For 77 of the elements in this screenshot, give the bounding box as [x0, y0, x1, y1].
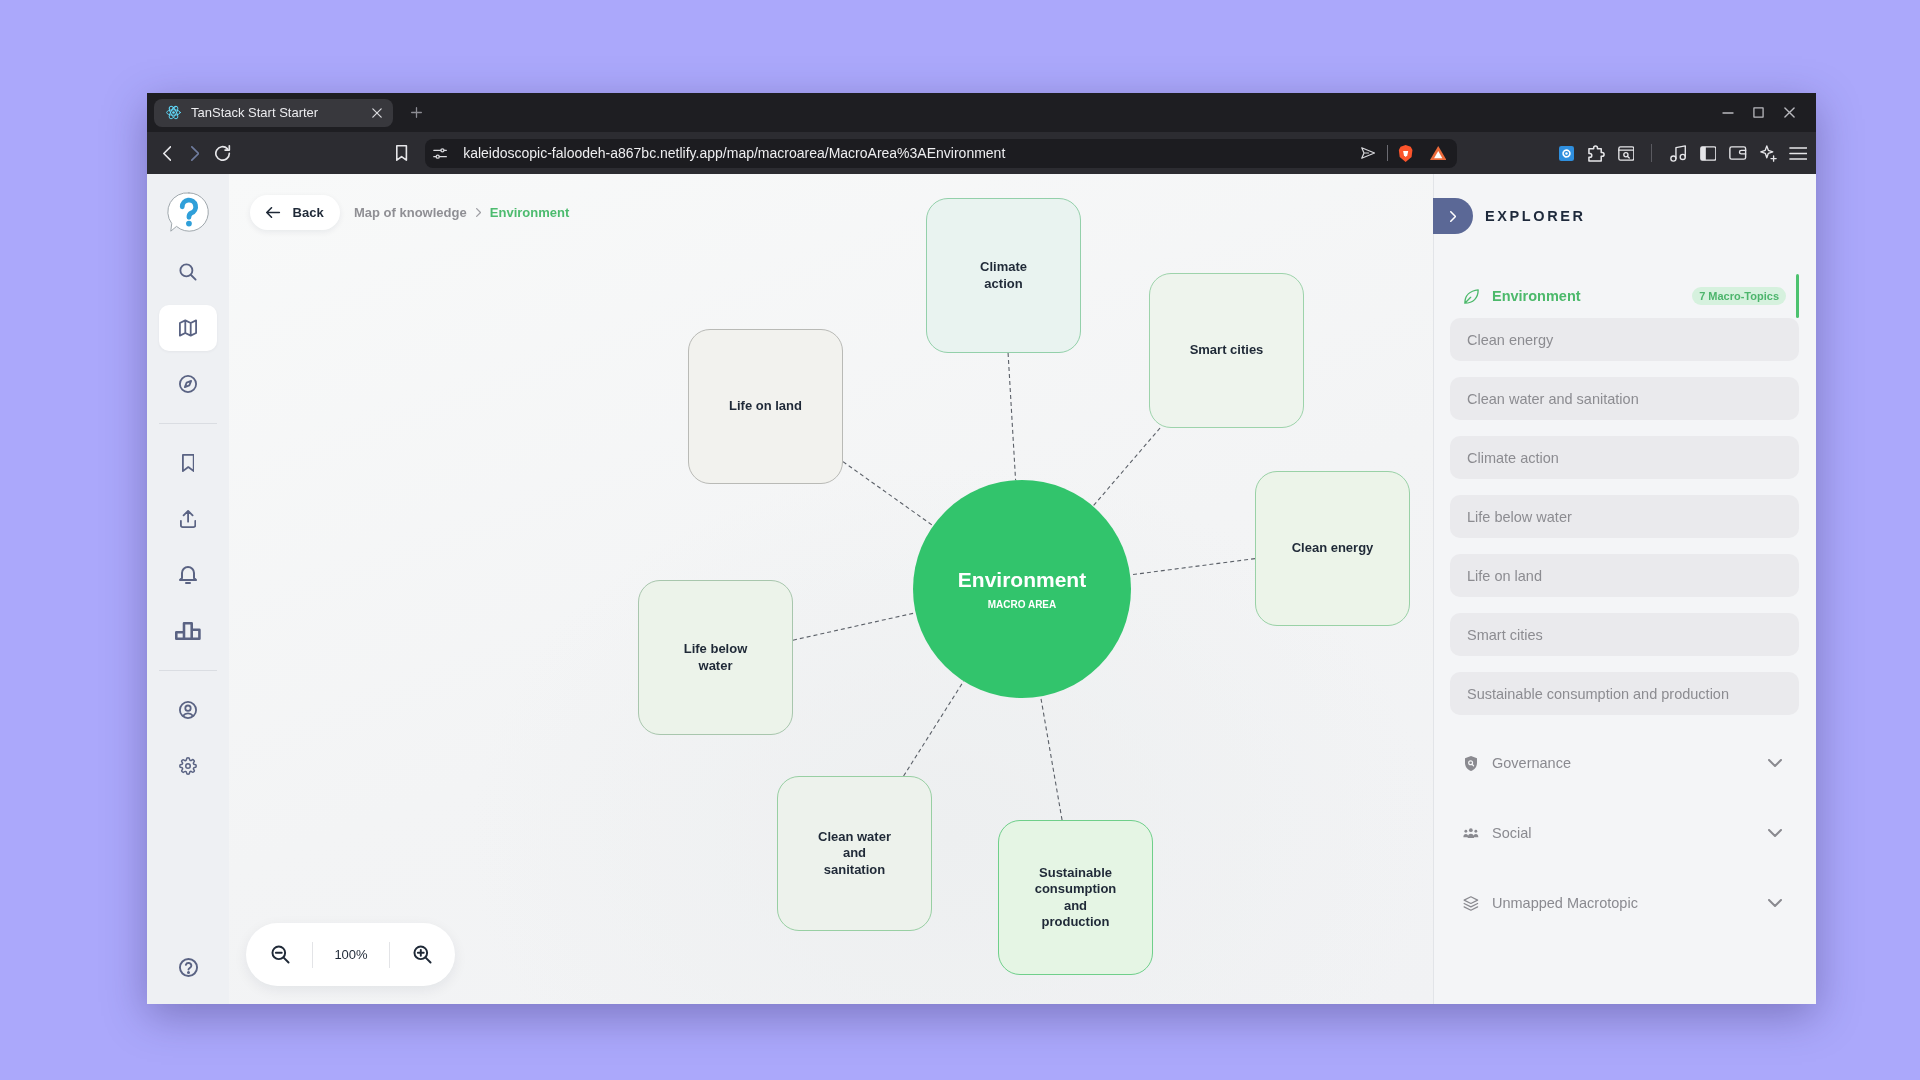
help-icon [178, 957, 198, 977]
topic-item[interactable]: Climate action [1450, 436, 1799, 479]
topic-item[interactable]: Sustainable consumption and production [1450, 672, 1799, 715]
question-bubble-icon [166, 191, 210, 235]
topic-node[interactable]: Life below water [638, 580, 793, 735]
chevron-down-icon [1768, 899, 1782, 907]
sliders-icon [433, 147, 448, 159]
sparkle-icon[interactable] [1759, 144, 1777, 162]
podium-icon [175, 622, 201, 640]
triangle-icon[interactable] [1429, 146, 1446, 160]
url-text: kaleidoscopic-faloodeh-a867bc.netlify.app/map/macroarea/MacroArea%3AEnvironment [463, 145, 1007, 161]
topic-node[interactable]: Clean energy [1255, 471, 1410, 626]
map-icon [179, 319, 197, 337]
music-note-icon[interactable] [1669, 144, 1687, 162]
people-icon [1463, 828, 1479, 838]
topic-node[interactable]: Climate action [926, 198, 1081, 353]
chevron-down-icon [1768, 759, 1782, 767]
macro-area-title: Environment [957, 568, 1087, 592]
tab-title: TanStack Start Starter [191, 105, 320, 120]
zoom-in-icon [412, 945, 432, 964]
compass-icon [179, 375, 197, 393]
reload-icon[interactable] [215, 145, 231, 161]
maximize-icon[interactable] [1753, 107, 1764, 118]
sidebar-icon[interactable] [1699, 145, 1717, 161]
menu-icon[interactable] [1788, 146, 1808, 160]
topic-node[interactable]: Sustainable consumption and production [998, 820, 1153, 975]
section-header[interactable]: Environment [1450, 274, 1693, 318]
lion-shield-icon[interactable] [1398, 144, 1414, 162]
close-icon[interactable] [372, 107, 382, 118]
macro-area-node[interactable]: Environment MACRO AREA [913, 480, 1131, 698]
topic-item[interactable]: Clean energy [1450, 318, 1799, 361]
settings-icon [179, 757, 197, 775]
zoom-out-icon [270, 945, 290, 964]
bookmark-icon[interactable] [396, 145, 408, 161]
chevron-right-icon [1449, 210, 1457, 222]
close-icon[interactable] [1784, 107, 1795, 118]
panel-title: EXPLORER [1485, 208, 1586, 224]
atom-icon [166, 105, 181, 120]
topic-node[interactable]: Clean water and sanitation [777, 776, 932, 931]
macro-area-subtitle: MACRO AREA [987, 599, 1057, 610]
browser-tab[interactable]: TanStack Start Starter [154, 98, 393, 127]
send-icon[interactable] [1361, 147, 1376, 159]
topic-node[interactable]: Life on land [688, 329, 843, 484]
breadcrumb-current: Environment [489, 205, 570, 220]
upload-icon [179, 510, 197, 528]
gear-tile-icon[interactable] [1558, 145, 1574, 161]
arrow-left-icon [266, 207, 281, 218]
topic-item[interactable]: Smart cities [1450, 613, 1799, 656]
chevron-right-icon [475, 208, 481, 217]
section-header[interactable]: Governance [1450, 741, 1799, 785]
chevron-down-icon [1768, 829, 1782, 837]
window-search-icon[interactable] [1617, 145, 1635, 161]
sidebar-nav-button[interactable] [159, 305, 217, 351]
breadcrumb-link[interactable]: Map of knowledge [354, 205, 467, 220]
collapse-panel-button[interactable] [1433, 198, 1473, 234]
topic-node[interactable]: Smart cities [1149, 273, 1304, 428]
count-badge: 7 Macro-Topics [1692, 287, 1786, 305]
section-header[interactable]: Unmapped Macrotopic [1450, 881, 1799, 925]
back-button[interactable]: Back [250, 195, 340, 230]
plus-icon[interactable] [411, 107, 422, 118]
search-icon [179, 263, 197, 281]
shield-icon [1465, 755, 1477, 771]
topic-item[interactable]: Life below water [1450, 495, 1799, 538]
wallet-icon[interactable] [1729, 146, 1747, 160]
bookmark-icon [181, 454, 195, 472]
active-indicator [1796, 274, 1799, 318]
bell-icon [179, 566, 197, 584]
topic-item[interactable]: Clean water and sanitation [1450, 377, 1799, 420]
minimize-icon[interactable] [1721, 111, 1734, 114]
address-bar[interactable]: kaleidoscopic-faloodeh-a867bc.netlify.app/map/macroarea/MacroArea%3AEnvironment [425, 138, 1457, 168]
user-circle-icon [179, 701, 197, 719]
topic-item[interactable]: Life on land [1450, 554, 1799, 597]
section-header[interactable]: Social [1450, 811, 1799, 855]
puzzle-icon[interactable] [1587, 144, 1605, 162]
layers-icon [1463, 895, 1479, 911]
leaf-icon [1463, 288, 1479, 304]
zoom-level: 100% [333, 947, 369, 962]
